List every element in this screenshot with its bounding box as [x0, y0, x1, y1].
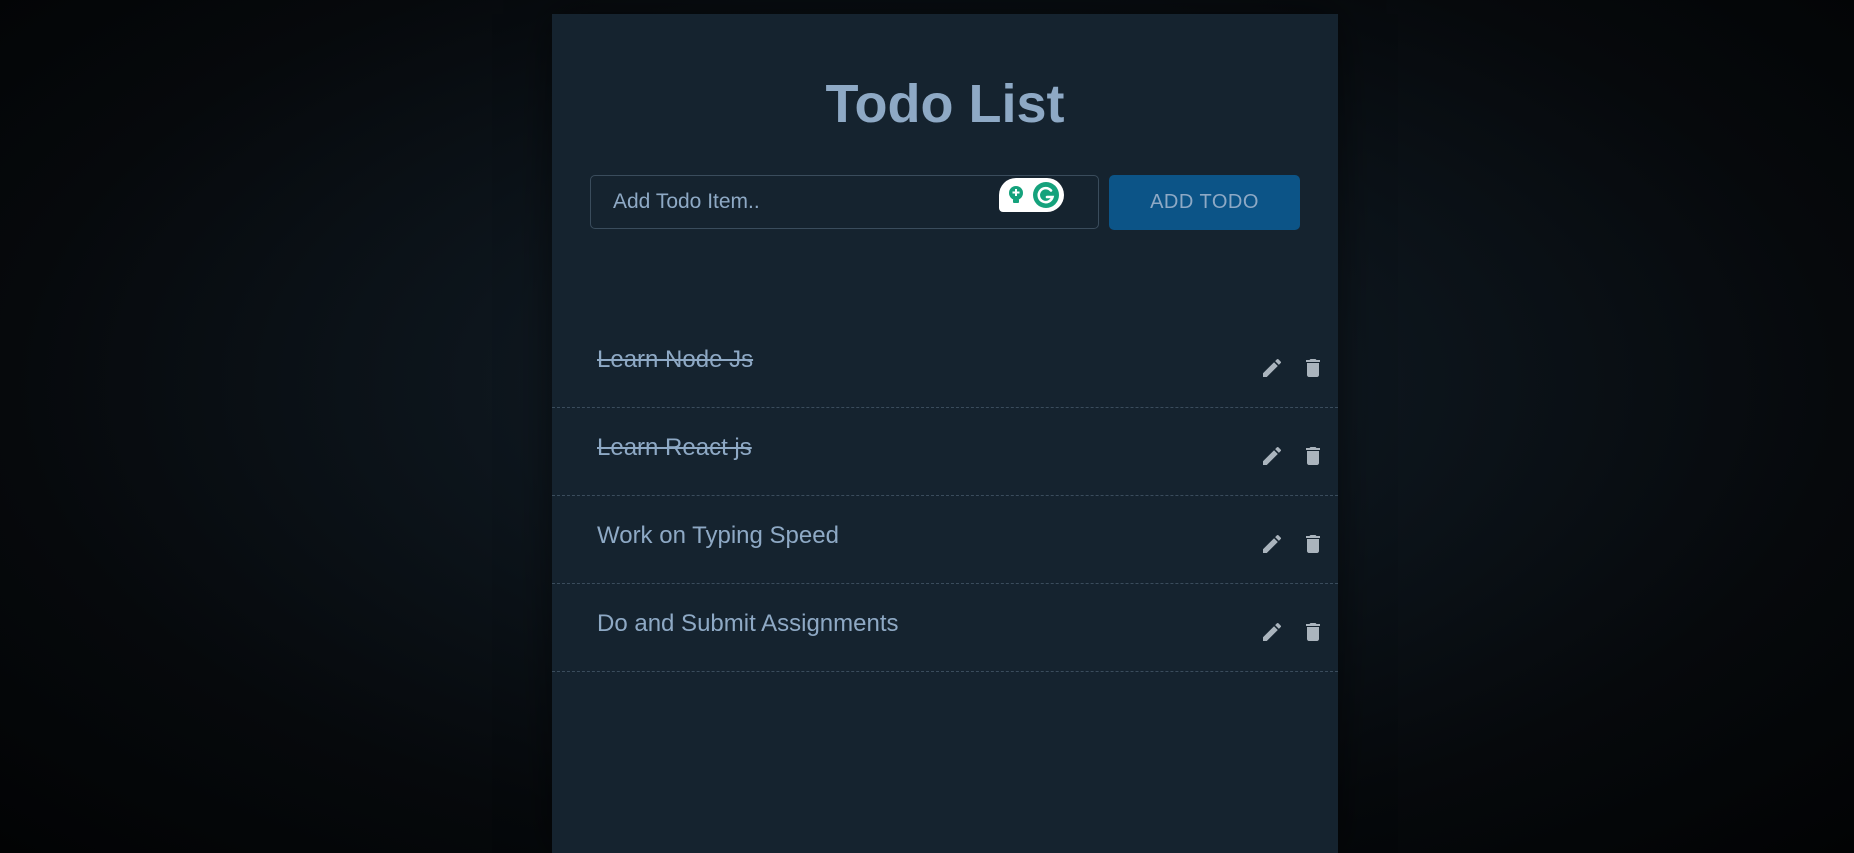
grammarly-logo-icon[interactable]	[1033, 182, 1059, 208]
pencil-icon[interactable]	[1258, 354, 1286, 382]
trash-icon[interactable]	[1299, 442, 1327, 470]
page-title: Todo List	[825, 74, 1065, 134]
lightbulb-icon[interactable]	[1003, 182, 1029, 208]
todo-input-wrapper	[590, 175, 1099, 229]
todo-item: Do and Submit Assignments	[552, 584, 1338, 672]
pencil-icon[interactable]	[1258, 530, 1286, 558]
todo-item-text[interactable]: Do and Submit Assignments	[597, 610, 899, 638]
todo-item-text[interactable]: Work on Typing Speed	[597, 522, 839, 550]
trash-icon[interactable]	[1299, 530, 1327, 558]
add-todo-button[interactable]: ADD TODO	[1109, 175, 1300, 230]
pencil-icon[interactable]	[1258, 442, 1286, 470]
todo-app-panel: Todo List ADD TODO Learn Node Js	[552, 14, 1338, 853]
todo-item-text[interactable]: Learn React js	[597, 434, 752, 462]
todo-item-text[interactable]: Learn Node Js	[597, 346, 753, 374]
todo-item: Work on Typing Speed	[552, 496, 1338, 584]
trash-icon[interactable]	[1299, 354, 1327, 382]
todo-list: Learn Node Js Learn React js Work on Typ…	[552, 320, 1338, 672]
pencil-icon[interactable]	[1258, 618, 1286, 646]
trash-icon[interactable]	[1299, 618, 1327, 646]
todo-item: Learn Node Js	[552, 320, 1338, 408]
grammarly-widget[interactable]	[999, 178, 1064, 212]
todo-item: Learn React js	[552, 408, 1338, 496]
